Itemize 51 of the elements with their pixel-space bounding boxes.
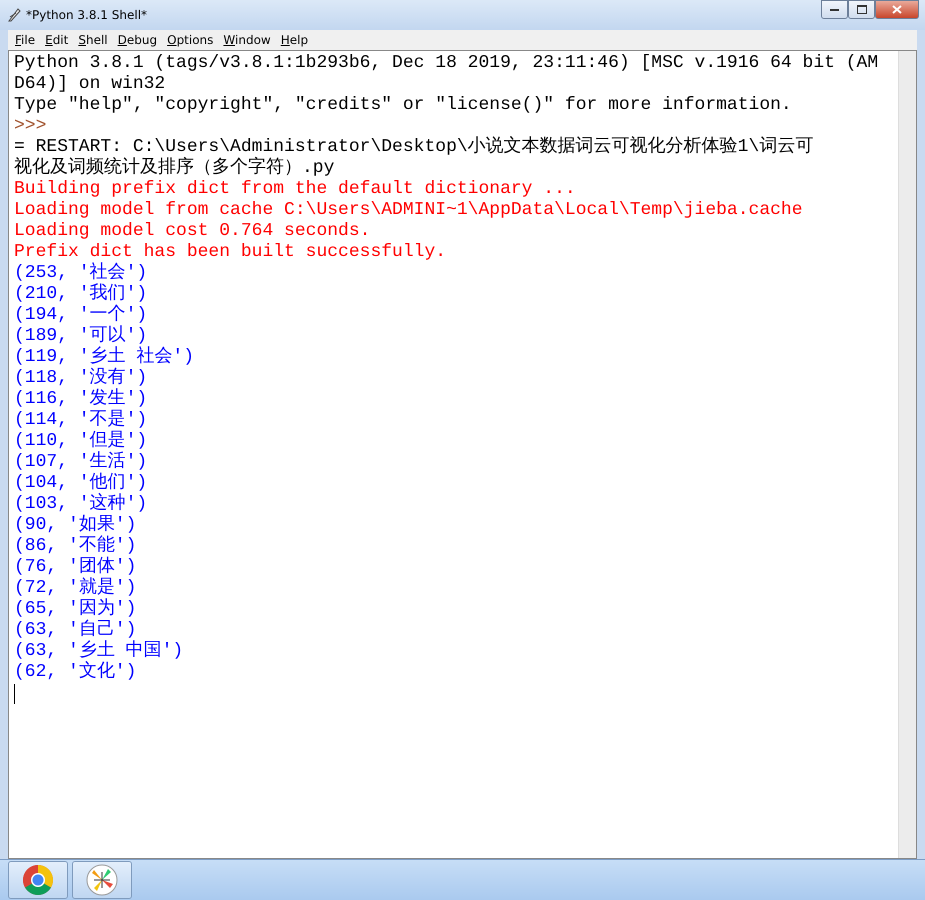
- console-line: Type "help", "copyright", "credits" or "license()" for more information.: [14, 95, 792, 116]
- console-line: (62, '文化'): [14, 662, 136, 683]
- feather-icon: [6, 7, 22, 23]
- console-line: (63, '自己'): [14, 620, 136, 640]
- menu-item[interactable]: Options: [162, 33, 218, 47]
- console-line: (103, '这种'): [14, 494, 148, 514]
- console-line: (194, '一个'): [14, 305, 148, 325]
- console-line: (116, '发生'): [14, 389, 148, 410]
- console-line: (76, '团体'): [14, 557, 136, 577]
- console-line: (253, '社会'): [14, 263, 148, 283]
- menu-item[interactable]: Help: [276, 33, 314, 47]
- console-line: (189, '可以'): [14, 326, 148, 346]
- close-icon: [892, 5, 902, 14]
- console-line: >>>: [14, 116, 46, 137]
- console-line: = RESTART: C:\Users\Administrator\Desktop\小说文本数据词云可视化分析体验1\词云可: [14, 137, 814, 157]
- console-line: D64)] on win32: [14, 74, 166, 95]
- window-title: *Python 3.8.1 Shell*: [26, 8, 148, 22]
- console-line: Loading model cost 0.764 seconds.: [14, 221, 370, 242]
- console-line: (210, '我们'): [14, 284, 148, 304]
- menu-item[interactable]: Shell: [73, 33, 113, 47]
- console-line: Python 3.8.1 (tags/v3.8.1:1b293b6, Dec 18 2019, 23:11:46) [MSC v.1916 64 bit (AM: [14, 53, 878, 74]
- close-button[interactable]: [875, 0, 919, 19]
- maximize-button[interactable]: [848, 0, 875, 19]
- console-line: Building prefix dict from the default dictionary ...: [14, 179, 576, 200]
- taskbar-button[interactable]: [72, 861, 132, 899]
- text-cursor: [14, 684, 15, 704]
- console-line: 视化及词频统计及排序（多个字符）.py: [14, 158, 334, 179]
- vertical-scrollbar[interactable]: [898, 51, 916, 858]
- menu-item[interactable]: Edit: [40, 33, 74, 47]
- menu-item[interactable]: Debug: [112, 33, 162, 47]
- console-line: (118, '没有'): [14, 368, 148, 388]
- pinwheel-icon: [86, 864, 118, 896]
- console-line: Prefix dict has been built successfully.: [14, 242, 446, 262]
- console-line: (114, '不是'): [14, 410, 148, 430]
- console-line: (65, '因为'): [14, 599, 136, 620]
- menu-item[interactable]: File: [10, 33, 40, 47]
- console-line: (63, '乡土 中国'): [14, 641, 184, 661]
- console-line: (119, '乡土 社会'): [14, 347, 194, 368]
- taskbar-button[interactable]: [8, 861, 68, 899]
- console-line: Loading model from cache C:\Users\ADMINI~1\AppData\Local\Temp\jieba.cache: [14, 200, 803, 221]
- browser-icon: [22, 864, 54, 896]
- maximize-icon: [856, 5, 866, 14]
- menu-item[interactable]: Window: [218, 33, 276, 47]
- console-line: (86, '不能'): [14, 536, 136, 556]
- console-line: (90, '如果'): [14, 515, 136, 535]
- minimize-icon: [830, 8, 839, 12]
- minimize-button[interactable]: [821, 0, 848, 19]
- console-line: (104, '他们'): [14, 473, 148, 493]
- console-line: (107, '生活'): [14, 452, 148, 472]
- console-line: (72, '就是'): [14, 578, 136, 598]
- console-line: (110, '但是'): [14, 431, 148, 451]
